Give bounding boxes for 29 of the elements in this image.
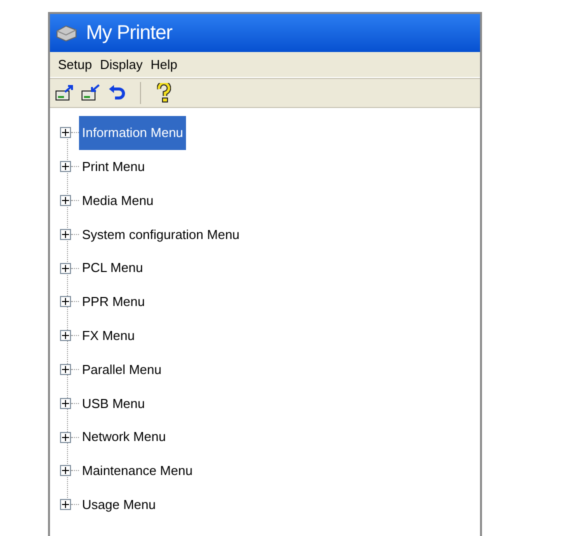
tree-item[interactable]: Media Menu xyxy=(79,190,157,212)
expand-icon[interactable] xyxy=(60,432,71,443)
expand-icon[interactable] xyxy=(60,364,71,375)
tree-item[interactable]: Parallel Menu xyxy=(79,358,164,380)
tree-item[interactable]: Information Menu xyxy=(79,116,186,150)
expand-icon[interactable] xyxy=(60,398,71,409)
tree-item[interactable]: System configuration Menu xyxy=(79,224,243,246)
expand-icon[interactable] xyxy=(60,465,71,476)
expand-icon[interactable] xyxy=(60,262,71,274)
tree-item[interactable]: Usage Menu xyxy=(79,494,159,516)
tree-item[interactable]: FX Menu xyxy=(79,324,138,346)
expand-icon[interactable] xyxy=(60,296,71,308)
expand-icon[interactable] xyxy=(60,499,71,510)
tree-item[interactable]: Maintenance Menu xyxy=(79,460,196,482)
window-title: My Printer xyxy=(86,21,172,46)
tree-item[interactable]: PPR Menu xyxy=(79,291,148,313)
expand-icon[interactable] xyxy=(60,127,71,138)
expand-icon[interactable] xyxy=(60,228,71,240)
tree-item[interactable]: Print Menu xyxy=(79,156,148,178)
expand-icon[interactable] xyxy=(60,161,71,172)
expand-icon[interactable] xyxy=(60,194,71,206)
menu-item[interactable]: Display xyxy=(96,54,147,74)
menu-item[interactable]: Help xyxy=(146,54,182,74)
tree-item[interactable]: USB Menu xyxy=(79,392,148,414)
tree-item[interactable]: PCL Menu xyxy=(79,257,146,279)
printer-icon xyxy=(54,23,78,43)
menu-item[interactable]: Setup xyxy=(54,54,96,74)
expand-icon[interactable] xyxy=(60,330,71,342)
tree-item[interactable]: Network Menu xyxy=(79,426,169,448)
